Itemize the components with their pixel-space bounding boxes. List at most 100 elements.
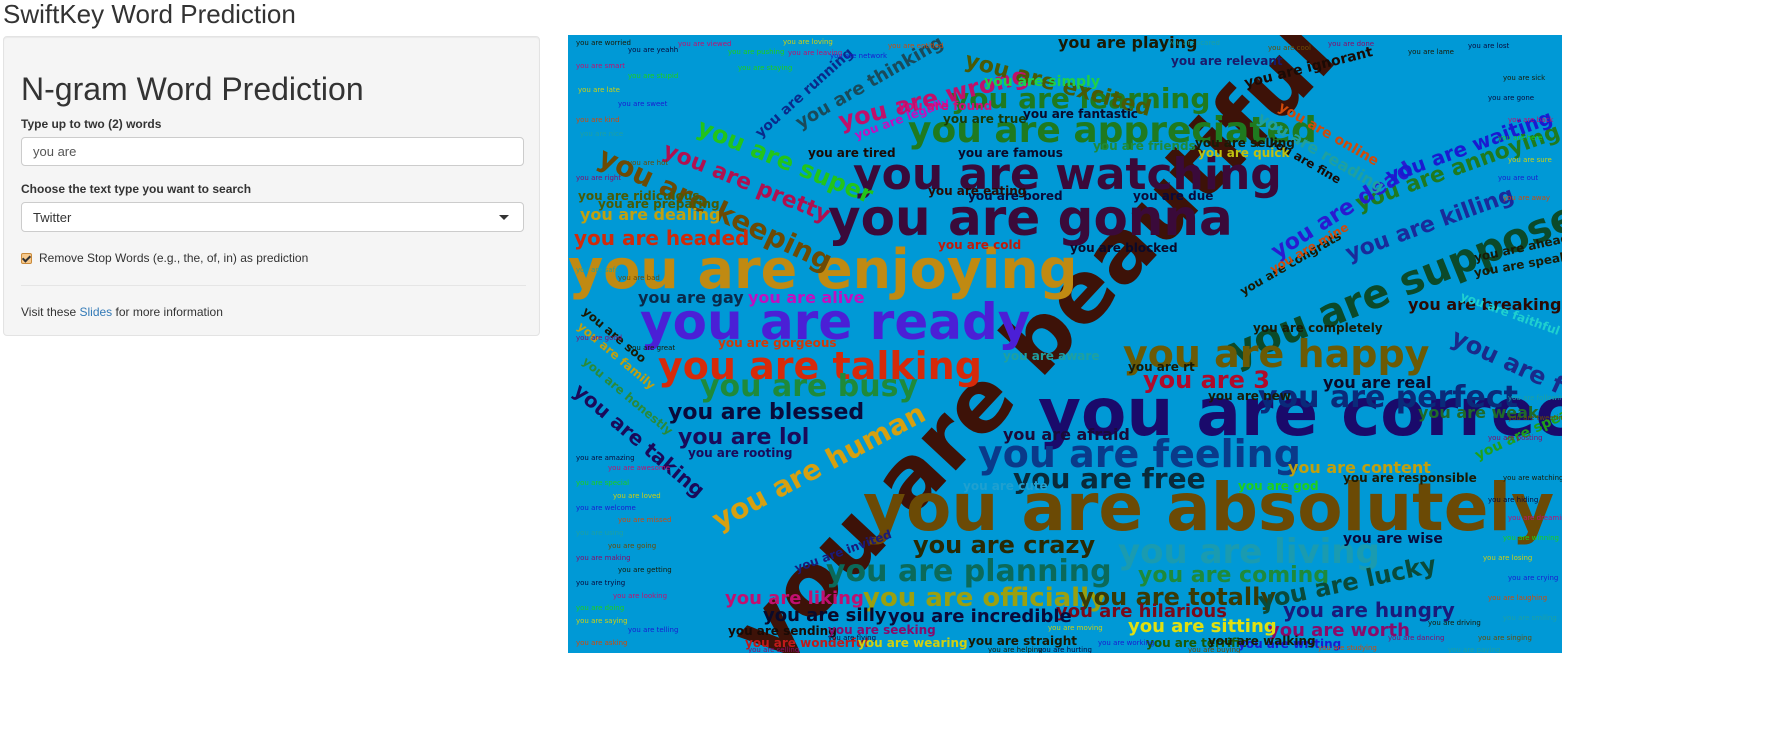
cloud-word: you are going <box>608 542 657 550</box>
text-type-select[interactable]: Twitter <box>21 202 524 232</box>
cloud-word: you are helping <box>988 646 1043 654</box>
cloud-word: you are completely <box>1253 321 1383 335</box>
divider <box>21 285 526 286</box>
cloud-word: you are headed <box>574 226 750 250</box>
cloud-word: you are studying <box>1318 644 1377 652</box>
cloud-word: you are missed <box>618 516 672 524</box>
cloud-word: you are moving <box>1048 624 1103 632</box>
cloud-word: you are working <box>1098 639 1155 647</box>
cloud-word: you are welcome <box>576 504 636 512</box>
cloud-word: you are god <box>1238 479 1319 493</box>
cloud-word: you are scared <box>1168 39 1220 47</box>
select-label: Choose the text type you want to search <box>21 182 252 196</box>
cloud-word: you are leaving <box>788 49 843 57</box>
words-input[interactable] <box>21 137 524 166</box>
cloud-word: you are hungry <box>1283 598 1455 622</box>
cloud-word: you are dreaming <box>1508 514 1562 522</box>
cloud-word: you are awesome <box>608 464 671 472</box>
cloud-word: you are lame <box>1408 48 1454 56</box>
cloud-word: you are looking <box>613 592 668 600</box>
cloud-word: you are viewed <box>678 40 732 48</box>
cloud-word: you are cool <box>1268 44 1311 52</box>
cloud-word: you are smart <box>576 62 626 70</box>
cloud-word: you are gay <box>638 288 744 307</box>
checkmark-icon <box>21 253 32 263</box>
cloud-word: you are busy <box>700 369 919 404</box>
cloud-word: you are staying <box>738 64 793 72</box>
cloud-word: you are doing <box>576 604 625 612</box>
cloud-word: you are winning <box>1503 534 1559 542</box>
cloud-word: you are yeahh <box>628 46 679 54</box>
cloud-word: you are responsible <box>1343 471 1477 485</box>
cloud-word: you are driving <box>1428 619 1481 627</box>
footer-text: Visit these Slides for more information <box>21 305 223 319</box>
cloud-word: you are nice <box>580 130 624 138</box>
footer-suffix: for more information <box>115 305 223 319</box>
cloud-word: you are preparing <box>598 197 720 211</box>
cloud-word: you are tweeting <box>1508 414 1562 422</box>
cloud-word: you are due <box>1133 189 1214 203</box>
cloud-word: you are famous <box>958 146 1063 160</box>
cloud-word: you are making <box>576 554 631 562</box>
app-title: SwiftKey Word Prediction <box>3 0 296 29</box>
cloud-word: you are real <box>1323 373 1432 392</box>
cloud-word: you are loved <box>613 492 661 500</box>
cloud-word: you are bad <box>618 274 660 282</box>
cloud-word: you are dancing <box>1388 634 1445 642</box>
cloud-word: you are watching <box>1503 474 1562 482</box>
cloud-word: you are right <box>576 174 622 182</box>
cloud-word: you are gorgeous <box>718 336 837 350</box>
cloud-word: you are stupid <box>628 72 679 80</box>
cloud-word: you are buying <box>1188 646 1241 654</box>
cloud-word: you are done <box>1328 40 1375 48</box>
cloud-word: you are good <box>576 334 623 342</box>
cloud-word: you are hilarious <box>1056 601 1227 622</box>
cloud-word: you are crying <box>1508 574 1559 582</box>
cloud-word: you are flying <box>828 634 877 642</box>
cloud-word: you are paying <box>1448 646 1501 654</box>
cloud-word: you are trying <box>576 579 626 587</box>
cloud-word: you are rooting <box>688 446 793 460</box>
cloud-word: you are kind <box>576 116 620 124</box>
cloud-word: you are posting <box>1488 434 1543 442</box>
chevron-down-icon <box>499 215 509 220</box>
cloud-word: you are special <box>576 479 630 487</box>
cloud-word: you are alive <box>748 288 865 307</box>
cloud-word: you are laughing <box>1488 594 1548 602</box>
cloud-word: you are hot <box>628 159 669 167</box>
footer-prefix: Visit these <box>21 305 77 319</box>
cloud-word: you are wise <box>1343 531 1443 547</box>
cloud-word: you are using <box>576 529 624 537</box>
cloud-word: you are simply <box>984 74 1100 90</box>
cloud-word: you are great <box>628 344 676 352</box>
text-type-select-value: Twitter <box>33 210 72 225</box>
cloud-word: you are away <box>1503 194 1551 202</box>
cloud-word: you are lost <box>1468 42 1510 50</box>
cloud-word: you are cold <box>938 238 1022 252</box>
cloud-word: you are blocked <box>1070 241 1178 255</box>
cloud-word: you are friends <box>1093 139 1196 153</box>
cloud-word: you are selling <box>1195 136 1295 150</box>
cloud-word: you are here <box>1498 134 1543 142</box>
cloud-word: you are pushing <box>728 48 785 56</box>
cloud-word: you are back <box>1508 116 1554 124</box>
cloud-word: you are sweet <box>618 100 668 108</box>
cloud-word: you are telling <box>628 626 679 634</box>
cloud-word: you are rt <box>1128 360 1195 374</box>
input-label: Type up to two (2) words <box>21 117 162 131</box>
slides-link[interactable]: Slides <box>80 305 113 319</box>
cloud-word: you are late <box>578 86 620 94</box>
cloud-word: you are loving <box>783 38 833 46</box>
cloud-word: you are new <box>1208 389 1291 403</box>
cloud-word: you are hiding <box>1488 496 1539 504</box>
cloud-word: you are smiling <box>1503 614 1557 622</box>
cloud-word: you are sure <box>1508 156 1552 164</box>
cloud-word: you are saying <box>576 617 628 625</box>
cloud-word: you are found <box>898 99 993 113</box>
cloud-word: you are selling <box>748 646 800 654</box>
cloud-word: you are asking <box>576 639 628 647</box>
cloud-word: you are eating <box>928 184 1027 198</box>
panel-heading: N-gram Word Prediction <box>21 71 364 107</box>
stopwords-checkbox[interactable] <box>21 253 32 264</box>
cloud-word: you are afraid <box>1003 425 1130 444</box>
